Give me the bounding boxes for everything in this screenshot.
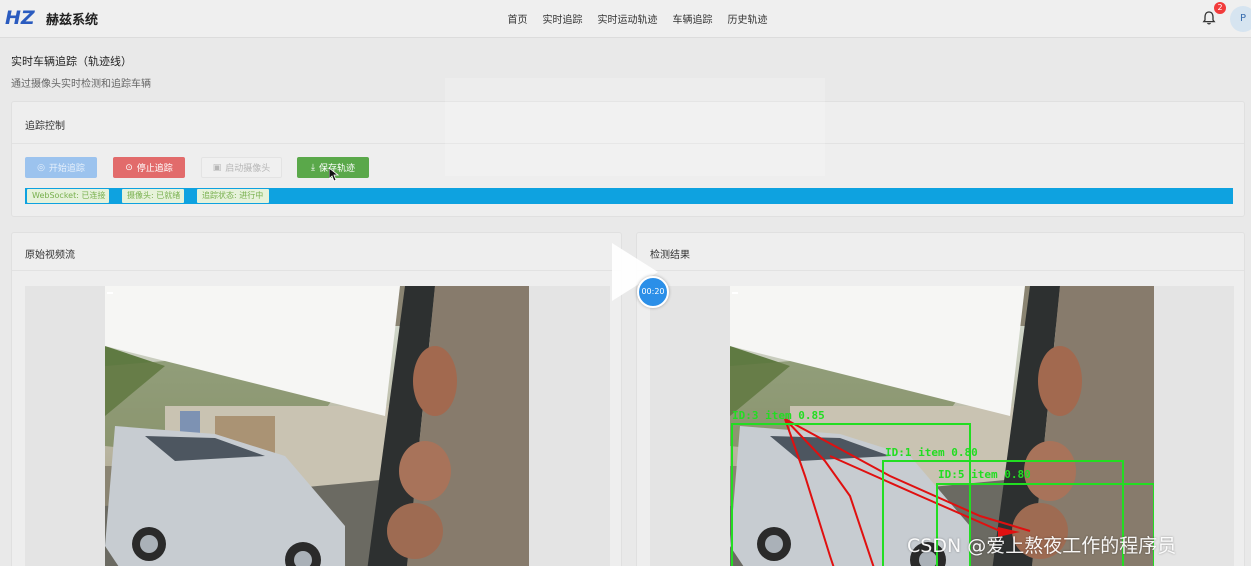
camera-icon: ▣ [212,162,222,173]
nav-item-vehicle-tracking[interactable]: 车辆追踪 [665,11,720,26]
detection-label-3: ID:5 item 0.80 [938,468,1031,481]
notification-badge: 2 [1214,2,1226,14]
detection-result-title: 检测结果 [637,233,1244,271]
overlay-highlight [445,78,825,176]
logo-letters: HZ [5,7,36,28]
bell-icon[interactable] [1201,10,1217,26]
main-nav: 首页 实时追踪 实时运动轨迹 车辆追踪 历史轨迹 [500,11,775,26]
camera-status-tag: 摄像头: 已就绪 [122,189,184,203]
detection-video-area: ID:3 item 0.85 ID:1 item 0.80 ID:5 item … [650,286,1234,566]
nav-item-realtime-trajectory[interactable]: 实时运动轨迹 [590,11,665,26]
detection-result-panel: 检测结果 ID:3 item 0.85 ID:1 item 0.80 ID:5 … [636,232,1245,566]
user-avatar[interactable]: P [1230,6,1251,32]
page-subtitle: 通过摄像头实时检测和追踪车辆 [11,79,151,90]
original-video-frame[interactable] [105,286,529,566]
websocket-status-tag: WebSocket: 已连接 [27,189,109,203]
app-name: 赫兹系统 [46,13,99,28]
original-video-panel: 原始视频流 [11,232,622,566]
detection-video-frame[interactable]: ID:3 item 0.85 ID:1 item 0.80 ID:5 item … [730,286,1154,566]
original-video-area [25,286,610,566]
top-navbar: HZ 赫兹系统 首页 实时追踪 实时运动轨迹 车辆追踪 历史轨迹 2 P [0,0,1251,38]
download-icon: ⤓ [311,162,315,173]
status-bar: WebSocket: 已连接 摄像头: 已就绪 追踪状态: 进行中 [25,188,1233,204]
detection-label-1: ID:3 item 0.85 [732,409,825,422]
original-video-title: 原始视频流 [12,233,621,271]
nav-item-history-trajectory[interactable]: 历史轨迹 [720,11,775,26]
play-circle-icon: ◎ [37,162,45,173]
tracking-status-tag: 追踪状态: 进行中 [197,189,269,203]
nav-item-home[interactable]: 首页 [500,11,535,26]
stop-tracking-button[interactable]: ⊙ 停止追踪 [113,157,185,178]
logo-icon[interactable]: HZ [4,6,38,28]
start-tracking-button[interactable]: ◎ 开始追踪 [25,157,97,178]
start-tracking-label: 开始追踪 [48,164,85,174]
detection-label-2: ID:1 item 0.80 [885,446,978,459]
stop-tracking-label: 停止追踪 [136,164,173,174]
video-timer: 00:20 [637,276,669,308]
start-camera-label: 启动摄像头 [225,164,271,174]
mouse-cursor-icon [329,168,339,182]
stop-circle-icon: ⊙ [125,162,133,173]
start-camera-button[interactable]: ▣ 启动摄像头 [201,157,282,178]
page-title: 实时车辆追踪（轨迹线） [11,55,132,68]
nav-item-realtime-tracking[interactable]: 实时追踪 [535,11,590,26]
watermark-text: CSDN @爱上熬夜工作的程序员 [907,535,1177,557]
